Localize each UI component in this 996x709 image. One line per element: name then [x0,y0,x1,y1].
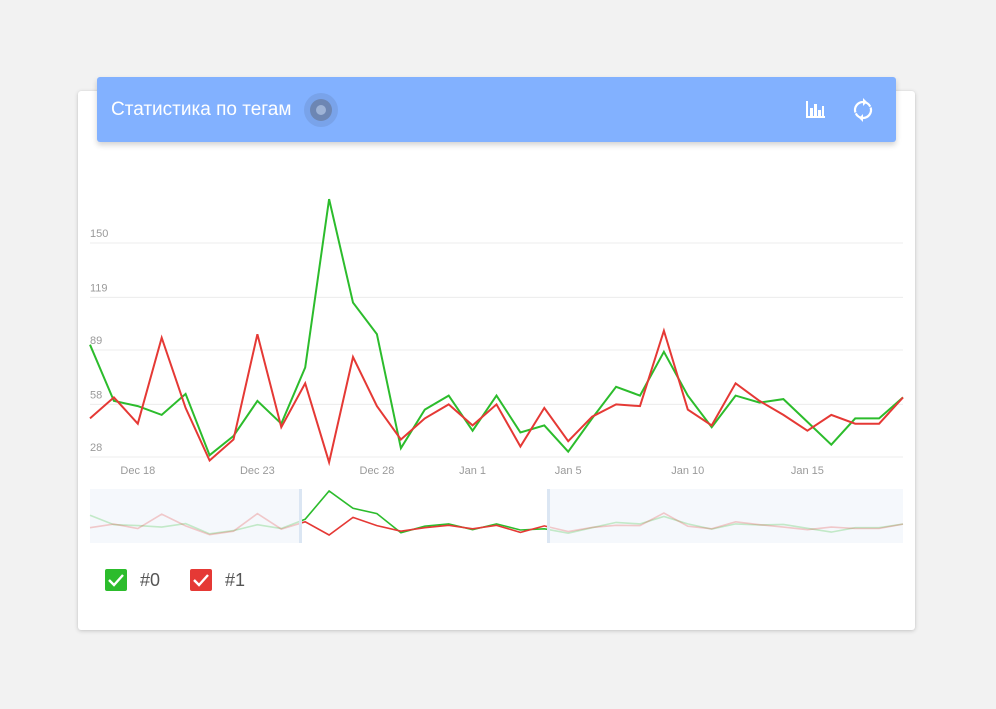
refresh-icon [853,98,873,122]
refresh-button[interactable] [850,97,876,123]
bar-chart-icon [806,101,825,118]
chart-header-title: Статистика по тегам [111,99,292,120]
loading-spinner-icon [304,93,338,127]
legend-checkbox-0[interactable] [105,569,127,591]
legend-checkbox-1[interactable] [190,569,212,591]
checkmark-icon [193,574,209,587]
checkmark-icon [108,574,124,587]
chart-header: Статистика по тегам [97,77,896,142]
legend-label-1: #1 [225,570,246,590]
legend-label-0: #0 [140,570,161,590]
chart-card [78,91,915,630]
bar-chart-button[interactable] [802,97,828,123]
